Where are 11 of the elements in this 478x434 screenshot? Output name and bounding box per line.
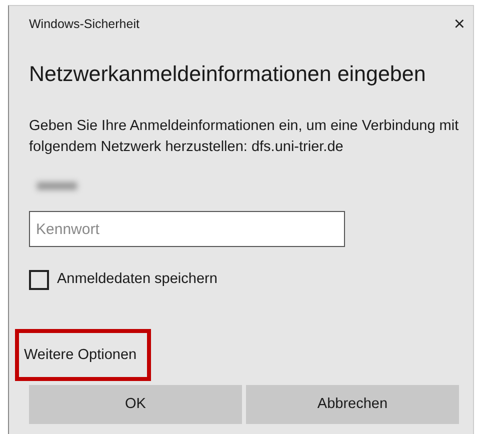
ok-button[interactable]: OK xyxy=(29,384,242,424)
cancel-button[interactable]: Abbrechen xyxy=(246,384,459,424)
window-title: Windows-Sicherheit xyxy=(29,16,140,33)
dialog-heading: Netzwerkanmeldeinformationen eingeben xyxy=(29,61,427,88)
message-text: Geben Sie Ihre Anmeldeinformationen ein, um eine Verbindung mit folgendem Netzwerk herzustellen: dfs.uni-trier.de xyxy=(29,117,460,157)
checkbox[interactable] xyxy=(29,270,49,290)
blurred-text xyxy=(37,182,77,190)
close-button[interactable]: × xyxy=(454,14,473,34)
remember-label: Anmeldedaten speichern xyxy=(57,270,218,290)
password-field[interactable]: Kennwort xyxy=(29,211,345,248)
more-options-link[interactable]: Weitere Optionen xyxy=(15,329,151,381)
